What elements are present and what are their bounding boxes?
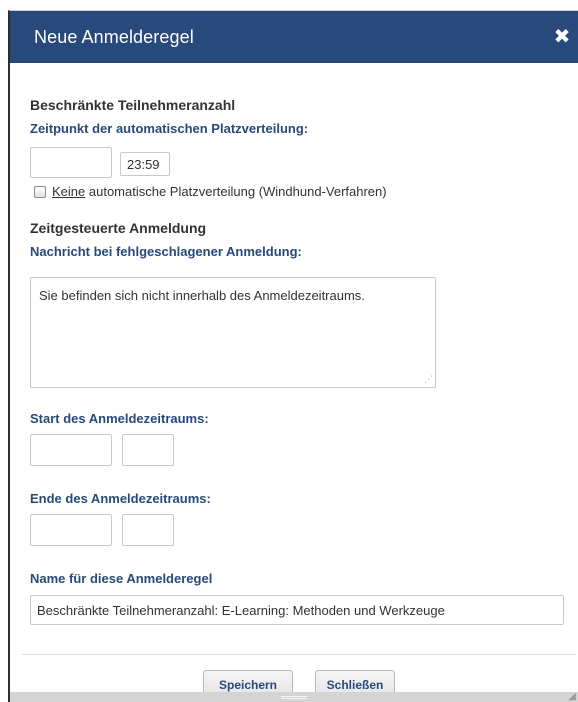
end-date-input[interactable] [30,514,112,546]
corner-resize-icon[interactable]: ◢ [568,692,576,702]
dialog-resize-strip[interactable]: ◢ [10,692,578,702]
dialog-title: Neue Anmelderegel [34,26,194,47]
start-time-input[interactable] [122,434,174,466]
rule-name-label: Name für diese Anmelderegel [30,571,213,586]
section-title-timed-registration: Zeitgesteuerte Anmeldung [30,220,207,236]
no-automatic-distribution-label: Keine automatische Platzverteilung (Wind… [52,184,387,199]
checkbox-rest-label: automatische Platzverteilung (Windhund-V… [88,184,387,199]
distribution-time-input[interactable] [120,152,170,176]
no-automatic-distribution-checkbox[interactable] [34,185,46,198]
dialog-titlebar[interactable]: Neue Anmelderegel ✖ [10,11,578,63]
start-period-label: Start des Anmeldezeitraums: [30,411,209,426]
start-date-input[interactable] [30,434,112,466]
no-automatic-distribution-row: Keine automatische Platzverteilung (Wind… [34,184,387,199]
keine-label: Keine [52,184,86,199]
resize-grip-icon[interactable]: ⋰ [423,375,433,385]
rule-name-input[interactable] [30,595,564,625]
dialog-content: Beschränkte Teilnehmeranzahl Zeitpunkt d… [10,63,578,702]
failed-registration-message-textarea[interactable]: Sie befinden sich nicht innerhalb des An… [30,277,436,388]
end-time-input[interactable] [122,514,174,546]
failed-registration-message-text: Sie befinden sich nicht innerhalb des An… [39,288,365,303]
footer-separator [22,654,576,655]
close-icon[interactable]: ✖ [550,25,574,49]
distribution-date-input[interactable] [30,147,112,178]
end-period-label: Ende des Anmeldezeitraums: [30,491,211,506]
drag-grip-icon[interactable] [281,696,307,699]
dialog: Neue Anmelderegel ✖ Beschränkte Teilnehm… [8,10,578,702]
section-title-limited-participants: Beschränkte Teilnehmeranzahl [30,97,236,113]
failed-registration-message-label: Nachricht bei fehlgeschlagener Anmeldung… [30,244,302,259]
distribution-time-label: Zeitpunkt der automatischen Platzverteil… [30,121,309,136]
